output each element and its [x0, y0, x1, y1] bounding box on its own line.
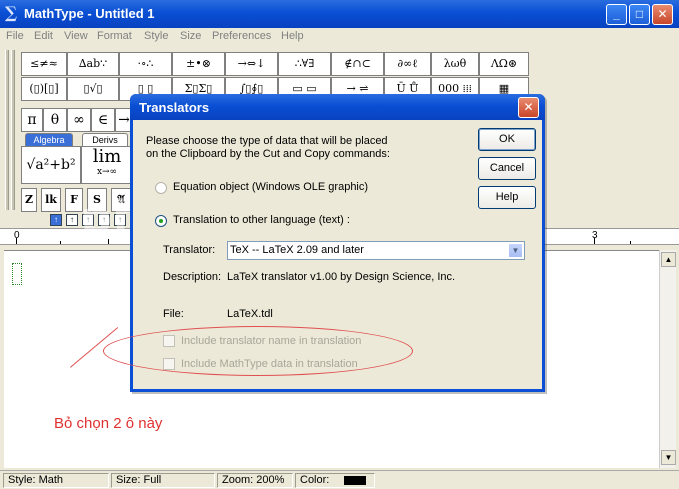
element-of-symbol-button[interactable]: ∈: [91, 108, 115, 132]
description-label: Description:: [163, 271, 222, 283]
toolbar-grip[interactable]: [11, 50, 15, 210]
ok-button[interactable]: OK: [478, 128, 536, 151]
annotation-text: Bỏ chọn 2 ô này: [54, 415, 163, 432]
status-bar: Style: Math Size: Full Zoom: 200% Color:: [0, 470, 679, 489]
instructions-line-1: Please choose the type of data that will…: [146, 135, 388, 147]
help-button[interactable]: Help: [478, 186, 536, 209]
greek-lowercase-button[interactable]: λωθ: [431, 52, 479, 76]
radio-equation-object[interactable]: [155, 182, 167, 194]
menu-edit[interactable]: Edit: [34, 30, 53, 42]
status-color-label: Color:: [300, 474, 330, 486]
menu-size[interactable]: Size: [180, 30, 201, 42]
menu-style[interactable]: Style: [144, 30, 168, 42]
align-up-icon[interactable]: ↑: [66, 214, 78, 226]
mathtype-app-icon: ∑: [5, 3, 18, 22]
description-value: LaTeX translator v1.00 by Design Science…: [227, 271, 456, 283]
ruler-tick: [594, 238, 595, 244]
minimize-button[interactable]: _: [606, 4, 627, 25]
menu-view[interactable]: View: [64, 30, 88, 42]
translator-dropdown-value: TeX -- LaTeX 2.09 and later: [230, 244, 364, 256]
align-up-icon[interactable]: ↑: [50, 214, 62, 226]
close-button[interactable]: ✕: [652, 4, 673, 25]
tab-derivs[interactable]: Derivs: [82, 133, 128, 146]
embellishments-button[interactable]: ·∘∴: [119, 52, 172, 76]
style-button[interactable]: lk: [41, 188, 61, 212]
dialog-title-bar: Translators ✕: [130, 94, 545, 120]
fraction-radical-templates-button[interactable]: ▯√▯: [67, 77, 119, 101]
menu-bar: File Edit View Format Style Size Prefere…: [0, 28, 679, 47]
toolbar-grip[interactable]: [5, 50, 9, 210]
menu-file[interactable]: File: [6, 30, 24, 42]
limit-template-label: lim: [92, 146, 122, 167]
dialog-close-icon[interactable]: ✕: [518, 97, 539, 118]
status-color: Color:: [295, 473, 375, 488]
operator-symbols-button[interactable]: ±•⊗: [172, 52, 225, 76]
menu-format[interactable]: Format: [97, 30, 132, 42]
menu-preferences[interactable]: Preferences: [212, 30, 271, 42]
file-label: File:: [163, 308, 184, 320]
style-button[interactable]: Z: [21, 188, 37, 212]
empty-slot-cursor[interactable]: [12, 263, 22, 285]
tab-algebra[interactable]: Algebra: [25, 133, 73, 146]
menu-help[interactable]: Help: [281, 30, 304, 42]
color-swatch: [344, 476, 366, 485]
dialog-instructions: Please choose the type of data that will…: [146, 135, 390, 161]
relational-symbols-button[interactable]: ≤≠≈: [21, 52, 67, 76]
limit-template-subscript: x→∞: [96, 167, 118, 177]
dialog-title: Translators: [139, 100, 210, 115]
scroll-down-icon[interactable]: ▼: [661, 450, 676, 465]
logical-symbols-button[interactable]: ∴∀∃: [278, 52, 331, 76]
limit-template-button[interactable]: lim x→∞: [81, 146, 133, 184]
fence-templates-button[interactable]: (▯)[▯]: [21, 77, 67, 101]
scroll-up-icon[interactable]: ▲: [661, 252, 676, 267]
greek-uppercase-button[interactable]: ΛΩ⊛: [479, 52, 529, 76]
radio-translation[interactable]: [155, 215, 167, 227]
set-theory-symbols-button[interactable]: ∉∩⊂: [331, 52, 384, 76]
translator-label: Translator:: [163, 244, 216, 256]
theta-symbol-button[interactable]: θ: [43, 108, 67, 132]
ruler-tick: [630, 241, 631, 244]
file-value: LaTeX.tdl: [227, 308, 273, 320]
chevron-down-icon[interactable]: ▼: [508, 243, 523, 258]
status-size: Size: Full: [111, 473, 215, 488]
window-title: MathType - Untitled 1: [24, 6, 155, 21]
maximize-button[interactable]: □: [629, 4, 650, 25]
instructions-line-2: on the Clipboard by the Cut and Copy com…: [146, 148, 390, 160]
ruler-tick: [16, 238, 17, 244]
annotation-ellipse: [103, 326, 413, 376]
title-bar: ∑ MathType - Untitled 1 _ □ ✕: [0, 0, 679, 28]
radio-equation-object-label: Equation object (Windows OLE graphic): [173, 181, 369, 193]
arrow-symbols-button[interactable]: →⇔↓: [225, 52, 278, 76]
sqrt-sum-template-button[interactable]: √a²+b²: [21, 146, 81, 184]
status-zoom: Zoom: 200%: [217, 473, 293, 488]
ruler-tick: [60, 241, 61, 244]
translator-dropdown[interactable]: TeX -- LaTeX 2.09 and later ▼: [227, 241, 525, 260]
status-style: Style: Math: [3, 473, 109, 488]
spaces-ellipses-button[interactable]: ∆ab∵: [67, 52, 119, 76]
cancel-button[interactable]: Cancel: [478, 157, 536, 180]
vertical-scrollbar[interactable]: ▲ ▼: [659, 250, 676, 468]
radio-translation-label: Translation to other language (text) :: [173, 214, 350, 226]
pi-symbol-button[interactable]: π: [21, 108, 43, 132]
misc-symbols-button[interactable]: ∂∞ℓ: [384, 52, 431, 76]
infinity-symbol-button[interactable]: ∞: [67, 108, 91, 132]
